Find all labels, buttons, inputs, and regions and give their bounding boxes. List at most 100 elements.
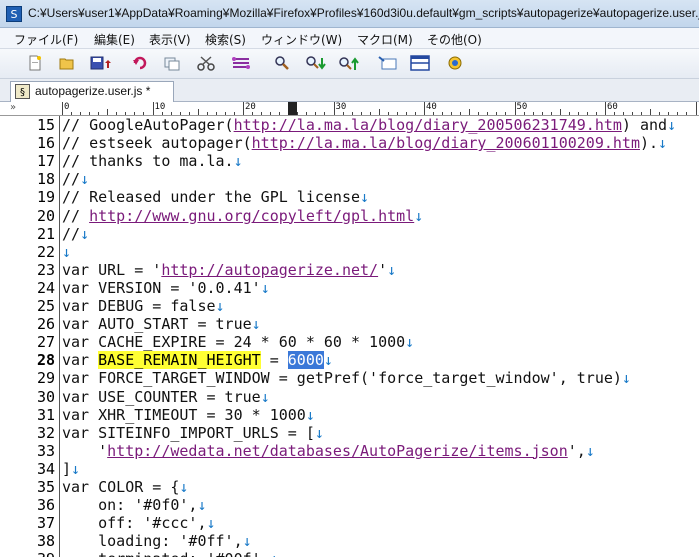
line-number: 17 [36,152,55,171]
code-text[interactable]: // estseek autopager(http://la.ma.la/blo… [62,134,667,152]
ruler-tick [125,112,127,115]
menu-macro[interactable]: マクロ(M) [357,31,413,48]
save-icon[interactable] [90,55,111,73]
code-text[interactable]: on: '#0f0',↓ [62,496,206,514]
code-token: var DEBUG = false [62,297,216,315]
cut-icon[interactable] [197,55,215,73]
code-line[interactable]: 30 var USE_COUNTER = true↓ [0,388,699,406]
code-line[interactable]: 33 'http://wedata.net/databases/AutoPage… [0,442,699,460]
code-text[interactable]: var DEBUG = false↓ [62,297,225,315]
code-url-link[interactable]: http://la.ma.la/blog/diary_200506231749.… [234,116,622,134]
code-text[interactable]: // GoogleAutoPager(http://la.ma.la/blog/… [62,116,676,134]
code-line[interactable]: 36 on: '#0f0',↓ [0,496,699,514]
code-text[interactable]: var SITEINFO_IMPORT_URLS = [↓ [62,424,324,442]
code-line[interactable]: 24 var VERSION = '0.0.41'↓ [0,279,699,297]
search-up-icon[interactable] [338,55,359,73]
app-icon[interactable]: S [6,6,22,22]
compare-icon[interactable] [446,55,464,73]
code-line[interactable]: 15 // GoogleAutoPager(http://la.ma.la/blo… [0,116,699,134]
code-text[interactable]: var USE_COUNTER = true↓ [62,388,270,406]
menu-file[interactable]: ファイル(F) [14,31,78,48]
code-text[interactable]: var COLOR = {↓ [62,478,188,496]
code-line[interactable]: 27 var CACHE_EXPIRE = 24 * 60 * 60 * 1000… [0,333,699,351]
paste-icon[interactable] [231,55,250,73]
line-end-marker: ↓ [658,134,668,153]
ruler-tick [577,112,579,115]
code-text[interactable]: var BASE_REMAIN_HEIGHT = 6000↓ [62,351,333,370]
ruler-tick [62,102,63,115]
code-line[interactable]: 22 ↓ [0,243,699,261]
code-line[interactable]: 39 terminated: '#00f',↓ [0,550,699,557]
code-line[interactable]: 28 var BASE_REMAIN_HEIGHT = 6000↓ [0,351,699,370]
menu-window[interactable]: ウィンドウ(W) [261,31,342,48]
code-line[interactable]: 38 loading: '#0ff',↓ [0,532,699,550]
code-line[interactable]: 32 var SITEINFO_IMPORT_URLS = [↓ [0,424,699,442]
code-text[interactable]: //↓ [62,225,89,243]
ruler-corner-marker: » [10,102,17,113]
code-line[interactable]: 16 // estseek autopager(http://la.ma.la/b… [0,134,699,152]
ruler-tick [523,112,525,115]
code-text[interactable]: var FORCE_TARGET_WINDOW = getPref('force… [62,369,631,387]
code-text[interactable]: var URL = 'http://autopagerize.net/'↓ [62,261,396,279]
code-line[interactable]: 19 // Released under the GPL license↓ [0,188,699,206]
undo-icon[interactable] [131,55,149,73]
tab-autopagerize[interactable]: § autopagerize.user.js * [10,81,174,102]
code-line[interactable]: 23 var URL = 'http://autopagerize.net/'↓ [0,261,699,279]
code-line[interactable]: 29 var FORCE_TARGET_WINDOW = getPref('for… [0,369,699,387]
code-line[interactable]: 20 // http://www.gnu.org/copyleft/gpl.htm… [0,207,699,225]
code-text[interactable]: 'http://wedata.net/databases/AutoPageriz… [62,442,595,460]
menu-search[interactable]: 検索(S) [205,31,246,48]
menu-edit[interactable]: 編集(E) [94,31,135,48]
code-text[interactable]: // Released under the GPL license↓ [62,188,369,206]
code-token: // [62,224,81,243]
code-url-link[interactable]: http://wedata.net/databases/AutoPagerize… [107,442,568,460]
code-text[interactable]: terminated: '#00f',↓ [62,550,279,557]
copy-icon[interactable] [163,55,181,73]
code-line[interactable]: 35 var COLOR = {↓ [0,478,699,496]
code-token: var XHR_TIMEOUT = 30 * 1000 [62,405,306,424]
ruler-tick [80,112,82,115]
line-number: 38 [36,532,55,551]
line-end-marker: ↓ [206,514,216,533]
code-text[interactable]: loading: '#0ff',↓ [62,532,252,550]
jump-icon[interactable] [377,55,397,73]
code-text[interactable]: var CACHE_EXPIRE = 24 * 60 * 60 * 1000↓ [62,333,414,351]
code-line[interactable]: 21 //↓ [0,225,699,243]
split-window-icon[interactable] [410,55,430,73]
code-url-link[interactable]: http://la.ma.la/blog/diary_200601100209.… [252,134,640,152]
code-editor[interactable]: 15// GoogleAutoPager(http://la.ma.la/blo… [0,116,699,557]
code-token: ', [567,441,586,460]
code-text[interactable]: // thanks to ma.la.↓ [62,152,243,170]
code-text[interactable]: ↓ [62,243,71,261]
code-line[interactable]: 34]↓ [0,460,699,478]
ruler-tick [360,112,362,115]
code-line[interactable]: 25 var DEBUG = false↓ [0,297,699,315]
code-text[interactable]: ]↓ [62,460,80,478]
ruler-tick [351,112,353,115]
ruler-tick [252,112,254,115]
code-text[interactable]: //↓ [62,170,89,188]
code-text[interactable]: // http://www.gnu.org/copyleft/gpl.html↓ [62,207,423,225]
search-icon[interactable] [273,55,291,73]
code-line[interactable]: 18 //↓ [0,170,699,188]
ruler-tick [686,112,688,115]
code-line[interactable]: 26 var AUTO_START = true↓ [0,315,699,333]
menu-other[interactable]: その他(O) [427,31,482,48]
code-text[interactable]: var XHR_TIMEOUT = 30 * 1000↓ [62,406,315,424]
ruler-tick [315,112,317,115]
line-end-marker: ↓ [667,116,677,134]
ruler-tick [98,112,100,115]
code-line[interactable]: 37 off: '#ccc',↓ [0,514,699,532]
code-line[interactable]: 31 var XHR_TIMEOUT = 30 * 1000↓ [0,406,699,424]
code-url-link[interactable]: http://www.gnu.org/copyleft/gpl.html [89,207,414,225]
code-text[interactable]: var VERSION = '0.0.41'↓ [62,279,270,297]
code-text[interactable]: var AUTO_START = true↓ [62,315,261,333]
search-down-icon[interactable] [305,55,326,73]
code-url-link[interactable]: http://autopagerize.net/ [161,261,378,279]
open-folder-icon[interactable] [58,55,76,73]
code-line[interactable]: 17 // thanks to ma.la.↓ [0,152,699,170]
menu-view[interactable]: 表示(V) [149,31,191,48]
new-file-icon[interactable] [26,55,44,73]
ruler-tick [215,112,217,115]
code-text[interactable]: off: '#ccc',↓ [62,514,216,533]
